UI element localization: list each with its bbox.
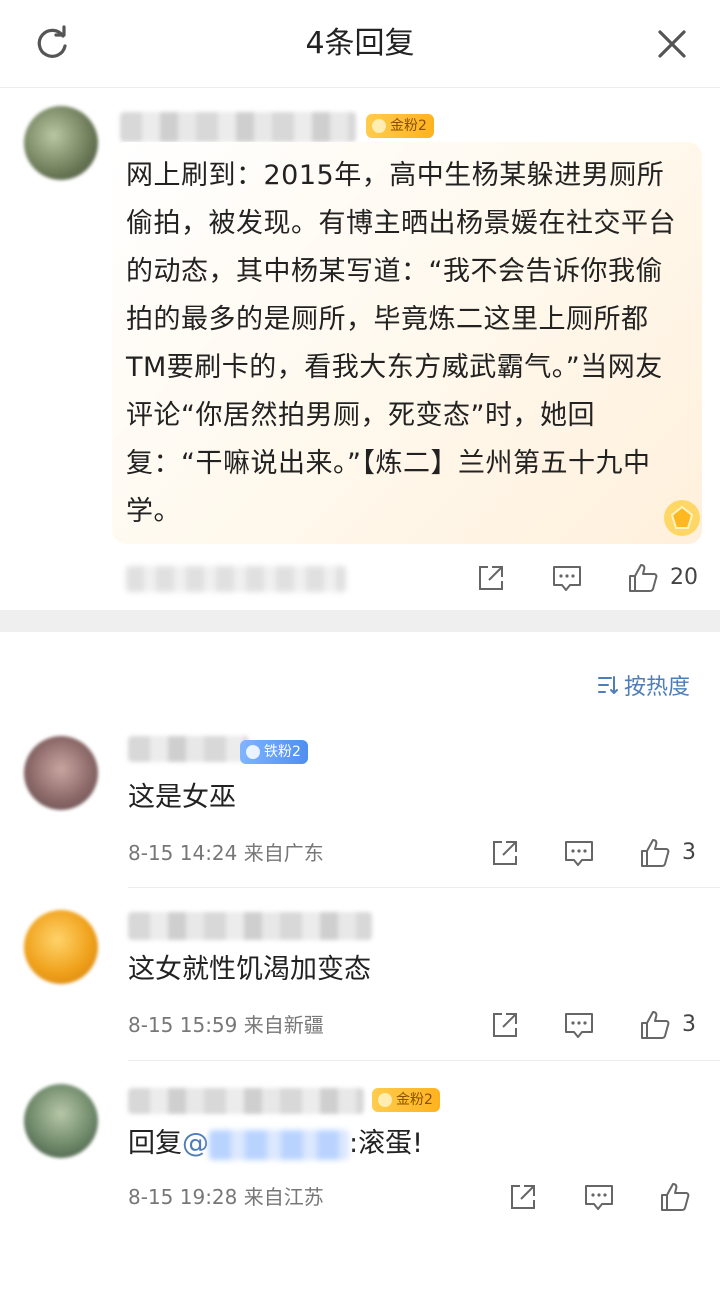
sort-button[interactable]: 按热度	[596, 668, 690, 702]
username[interactable]	[128, 1088, 364, 1114]
like-icon[interactable]	[638, 836, 672, 870]
like-count: 3	[682, 1012, 696, 1037]
fan-badge: 金粉2	[372, 1088, 440, 1112]
divider	[128, 1060, 720, 1061]
comment-item: 这女就性饥渴加变态 8-15 15:59 来自新疆 3	[0, 906, 720, 1062]
comment-item: 金粉2 回复@:滚蛋! 8-15 19:28 来自江苏	[0, 1080, 720, 1230]
fan-badge: 金粉2	[366, 114, 434, 138]
divider	[128, 887, 720, 888]
badge-icon	[246, 745, 260, 759]
comment-text: 这女就性饥渴加变态	[128, 954, 371, 985]
post-meta	[126, 566, 346, 592]
like-icon[interactable]	[638, 1008, 672, 1042]
share-icon[interactable]	[488, 1008, 522, 1042]
avatar[interactable]	[24, 910, 98, 984]
comment-text: 回复@:滚蛋!	[128, 1128, 423, 1160]
comment-meta: 8-15 15:59 来自新疆	[128, 1013, 324, 1037]
like-count: 3	[682, 840, 696, 865]
comment-icon[interactable]	[582, 1180, 616, 1214]
like-icon[interactable]	[626, 561, 660, 595]
close-icon[interactable]	[652, 24, 692, 64]
like-count: 20	[670, 565, 698, 590]
comment-icon[interactable]	[550, 561, 584, 595]
like-icon[interactable]	[658, 1180, 692, 1214]
share-icon[interactable]	[488, 836, 522, 870]
main-post: 金粉2 网上刷到：2015年，高中生杨某躲进男厕所偷拍，被发现。有博主晒出杨景媛…	[0, 88, 720, 610]
username[interactable]	[128, 736, 248, 762]
mention-link[interactable]: @	[182, 1128, 349, 1160]
comment-meta: 8-15 14:24 来自广东	[128, 841, 324, 865]
page-title: 4条回复	[305, 26, 415, 61]
share-icon[interactable]	[474, 561, 508, 595]
section-divider	[0, 610, 720, 632]
username[interactable]	[128, 912, 372, 940]
badge-icon	[372, 119, 386, 133]
mention-username	[209, 1129, 349, 1160]
avatar[interactable]	[24, 736, 98, 810]
comment-icon[interactable]	[562, 1008, 596, 1042]
comment-meta: 8-15 19:28 来自江苏	[128, 1185, 324, 1209]
avatar[interactable]	[24, 1084, 98, 1158]
dialog-header: 4条回复	[0, 0, 720, 88]
post-text: 网上刷到：2015年，高中生杨某躲进男厕所偷拍，被发现。有博主晒出杨景媛在社交平…	[126, 160, 676, 527]
gem-icon	[664, 500, 700, 536]
share-icon[interactable]	[506, 1180, 540, 1214]
comment-text: 这是女巫	[128, 782, 236, 813]
fan-badge: 铁粉2	[240, 740, 308, 764]
badge-icon	[378, 1093, 392, 1107]
username[interactable]	[120, 112, 356, 142]
avatar[interactable]	[24, 106, 98, 180]
sort-icon	[597, 676, 618, 694]
comment-icon[interactable]	[562, 836, 596, 870]
comment-item: 铁粉2 这是女巫 8-15 14:24 来自广东 3	[0, 732, 720, 888]
